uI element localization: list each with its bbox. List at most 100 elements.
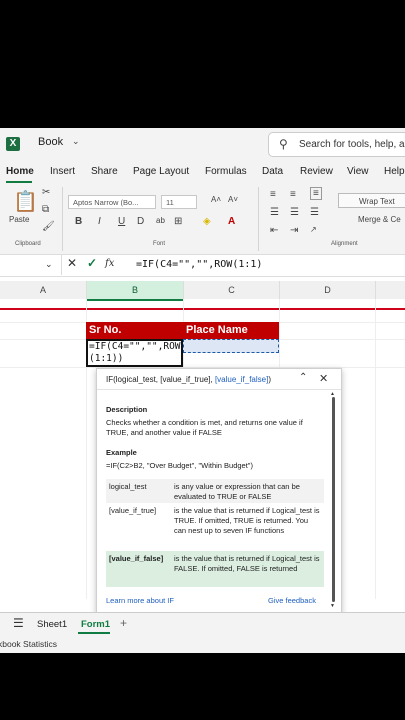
increase-indent-icon[interactable]: ⇥: [290, 225, 298, 236]
sheet-tab-sheet1[interactable]: Sheet1: [37, 619, 67, 630]
sheet-tab-bar: ☰ Sheet1 Form1 +: [0, 612, 405, 636]
ribbon-tabs: Home Insert Share Page Layout Formulas D…: [0, 161, 405, 185]
enter-formula-icon[interactable]: ✓: [87, 256, 97, 270]
collapse-icon[interactable]: ⌃: [299, 372, 307, 383]
workbook-statistics[interactable]: kbook Statistics: [0, 639, 57, 649]
description-heading: Description: [106, 405, 148, 414]
font-color-icon[interactable]: A: [228, 216, 235, 227]
give-feedback-link[interactable]: Give feedback: [268, 596, 316, 605]
search-placeholder: Search for tools, help, a: [299, 139, 405, 150]
decrease-font-icon[interactable]: A˅: [228, 195, 238, 204]
tab-home[interactable]: Home: [6, 166, 34, 177]
function-signature: IF(logical_test, [value_if_true], [value…: [106, 375, 271, 384]
column-header-a[interactable]: A: [0, 281, 87, 299]
row-highlight-border: [0, 308, 405, 310]
double-underline-button[interactable]: D: [137, 216, 144, 227]
example-heading: Example: [106, 448, 137, 457]
document-name[interactable]: Book: [38, 136, 63, 148]
formula-bar: ⌄ ✕ ✓ fx =IF(C4="","",ROW(1:1): [0, 255, 405, 277]
sheet-tab-form1[interactable]: Form1: [81, 619, 110, 630]
table-row: [value_if_true] is the value that is ret…: [106, 503, 324, 551]
tab-review[interactable]: Review: [300, 166, 333, 177]
column-header-c[interactable]: C: [184, 281, 280, 299]
formula-input[interactable]: =IF(C4="","",ROW(1:1): [136, 259, 262, 270]
clipboard-group-label: Clipboard: [15, 241, 41, 247]
align-right-icon[interactable]: ☰: [310, 207, 319, 218]
ribbon: 📋 Paste ✂ ⧉ 🖌 Clipboard Aptos Narrow (Bo…: [0, 185, 405, 255]
strikethrough-icon[interactable]: ab: [156, 216, 165, 225]
wrap-text-label: Wrap Text: [359, 197, 395, 206]
borders-icon[interactable]: ⊞: [174, 216, 182, 227]
font-group-label: Font: [153, 241, 166, 247]
gridline: [375, 299, 376, 599]
search-icon: ⚲: [279, 137, 288, 151]
align-center-icon[interactable]: ☰: [290, 207, 299, 218]
active-sheet-indicator: [78, 632, 110, 634]
merge-center-button[interactable]: Merge & Ce: [342, 215, 401, 224]
ribbon-separator: [62, 187, 63, 251]
italic-button[interactable]: I: [98, 216, 101, 227]
fill-color-icon[interactable]: ◈: [203, 216, 211, 227]
align-left-icon[interactable]: ☰: [270, 207, 279, 218]
tab-insert[interactable]: Insert: [50, 166, 75, 177]
close-icon[interactable]: ✕: [319, 372, 328, 385]
ribbon-separator: [258, 187, 259, 251]
param-name: logical_test: [109, 482, 147, 491]
font-size-dropdown[interactable]: 11: [161, 195, 197, 209]
orientation-icon[interactable]: ↗: [310, 225, 317, 234]
increase-font-icon[interactable]: A˄: [211, 195, 221, 204]
param-desc: is the value that is returned if Logical…: [174, 554, 320, 573]
tab-view[interactable]: View: [347, 166, 369, 177]
excel-logo-icon: X: [6, 137, 20, 151]
tab-help[interactable]: Help: [384, 166, 405, 177]
add-sheet-icon[interactable]: +: [120, 616, 127, 630]
example-text: =IF(C2>B2, "Over Budget", "Within Budget…: [106, 461, 253, 470]
popup-scrollbar[interactable]: [332, 397, 335, 602]
underline-button[interactable]: U: [118, 216, 125, 227]
wrap-text-button[interactable]: Wrap Text: [338, 193, 405, 208]
popup-divider: [97, 389, 341, 390]
alignment-group-label: Alignment: [331, 241, 358, 247]
paste-label[interactable]: Paste: [9, 215, 29, 224]
tab-data[interactable]: Data: [262, 166, 283, 177]
param-desc: is the value that is returned if Logical…: [174, 506, 320, 535]
align-bottom-icon[interactable]: ≡: [310, 187, 322, 200]
cancel-formula-icon[interactable]: ✕: [67, 256, 77, 270]
bold-button[interactable]: B: [75, 216, 82, 227]
font-name-dropdown[interactable]: Aptos Narrow (Bo...: [68, 195, 156, 209]
column-header-b[interactable]: B: [87, 281, 184, 301]
function-help-popup: IF(logical_test, [value_if_true], [value…: [96, 368, 342, 613]
column-header-d[interactable]: D: [280, 281, 376, 299]
insert-function-button[interactable]: fx: [105, 258, 114, 269]
description-text: Checks whether a condition is met, and r…: [106, 418, 303, 437]
table-row: [value_if_false] is the value that is re…: [106, 551, 324, 587]
decrease-indent-icon[interactable]: ⇤: [270, 225, 278, 236]
sheet-menu-icon[interactable]: ☰: [13, 616, 24, 630]
chevron-down-icon[interactable]: ⌄: [72, 136, 80, 147]
referenced-cell-c4[interactable]: [183, 339, 279, 353]
column-header-e[interactable]: [376, 281, 405, 299]
param-name: [value_if_true]: [109, 506, 157, 515]
cell-b-header[interactable]: Sr No.: [86, 322, 183, 339]
format-painter-icon[interactable]: 🖌: [42, 221, 55, 232]
cell-c-header[interactable]: Place Name: [183, 322, 279, 339]
scroll-down-icon[interactable]: ▼: [330, 603, 335, 609]
align-top-icon[interactable]: ≡: [270, 189, 276, 200]
param-desc: is any value or expression that can be e…: [174, 482, 300, 501]
title-bar: X Book ⌄ ⚲ Search for tools, help, a: [0, 128, 405, 161]
name-box-chevron-icon[interactable]: ⌄: [45, 259, 53, 270]
active-cell-editor[interactable]: =IF(C4="","",ROW (1:1)): [86, 339, 183, 367]
tab-page-layout[interactable]: Page Layout: [133, 166, 189, 177]
align-middle-icon[interactable]: ≡: [290, 189, 296, 200]
paste-icon[interactable]: 📋: [13, 189, 38, 214]
learn-more-link[interactable]: Learn more about IF: [106, 596, 174, 605]
tab-formulas[interactable]: Formulas: [205, 166, 247, 177]
excel-window: X Book ⌄ ⚲ Search for tools, help, a Hom…: [0, 128, 405, 653]
copy-icon[interactable]: ⧉: [42, 204, 49, 215]
search-box[interactable]: ⚲ Search for tools, help, a: [268, 132, 405, 157]
param-name: [value_if_false]: [109, 554, 164, 563]
tab-share[interactable]: Share: [91, 166, 118, 177]
cut-icon[interactable]: ✂: [42, 187, 50, 198]
cell-text-line2: (1:1)): [89, 353, 124, 364]
cell-text-line1: =IF(C4="","",ROW: [89, 341, 181, 352]
